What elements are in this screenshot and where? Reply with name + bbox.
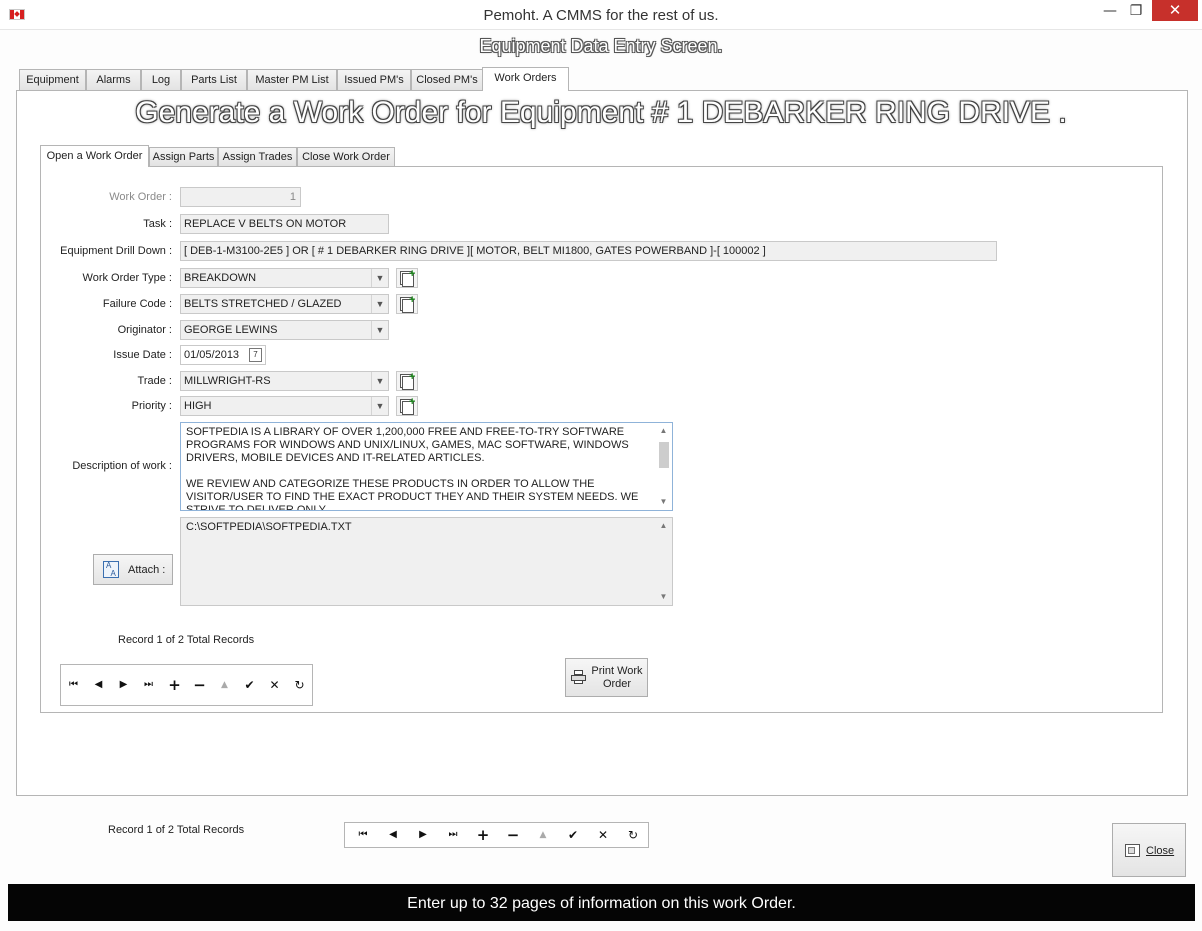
tab-assign-trades[interactable]: Assign Trades <box>218 147 297 166</box>
tab-close-work-order[interactable]: Close Work Order <box>297 147 395 166</box>
maximize-button[interactable]: ❐ <box>1123 0 1149 22</box>
edit-record-icon[interactable]: ▲ <box>528 823 558 847</box>
description-label: Description of work : <box>72 460 172 472</box>
work-order-type-label: Work Order Type : <box>82 272 172 284</box>
scroll-up-icon[interactable]: ▲ <box>656 424 671 438</box>
failure-code-label: Failure Code : <box>102 298 172 310</box>
add-trade-button[interactable]: + <box>396 371 418 391</box>
chevron-down-icon[interactable]: ▼ <box>371 372 388 390</box>
tab-master-pm-list[interactable]: Master PM List <box>247 69 337 90</box>
edit-record-icon[interactable]: ▲ <box>212 671 237 699</box>
attach-button-label: Attach : <box>128 564 166 576</box>
first-record-icon[interactable]: ⏮ <box>61 671 86 699</box>
trade-label: Trade : <box>137 375 172 387</box>
tab-issued-pms[interactable]: Issued PM's <box>337 69 411 90</box>
work-order-type-select[interactable]: BREAKDOWN ▼ <box>180 268 389 288</box>
tab-work-orders[interactable]: Work Orders <box>482 67 569 91</box>
chevron-down-icon[interactable]: ▼ <box>371 321 388 339</box>
last-record-icon[interactable]: ⏭ <box>438 823 468 847</box>
issue-date-field[interactable]: 01/05/2013 7 <box>180 345 266 365</box>
scroll-down-icon[interactable]: ▼ <box>656 590 671 604</box>
bottom-record-count-text: Record 1 of 2 Total Records <box>108 824 245 836</box>
refresh-record-icon[interactable]: ↻ <box>618 823 648 847</box>
task-field[interactable]: REPLACE V BELTS ON MOTOR <box>180 214 389 234</box>
close-button[interactable]: Close <box>1112 823 1186 877</box>
scroll-down-icon[interactable]: ▼ <box>656 495 671 509</box>
work-order-heading: Generate a Work Order for Equipment # 1 … <box>135 96 1067 129</box>
post-record-icon[interactable]: ✔ <box>237 671 262 699</box>
issue-date-value: 01/05/2013 <box>184 349 240 361</box>
originator-label: Originator : <box>117 324 172 336</box>
description-paragraph-2: WE REVIEW AND CATEGORIZE THESE PRODUCTS … <box>186 478 639 511</box>
priority-select[interactable]: HIGH ▼ <box>180 396 389 416</box>
printer-icon <box>571 670 586 684</box>
delete-record-icon[interactable]: − <box>498 823 528 847</box>
add-priority-button[interactable]: + <box>396 396 418 416</box>
originator-select[interactable]: GEORGE LEWINS ▼ <box>180 320 389 340</box>
failure-code-value: BELTS STRETCHED / GLAZED <box>184 298 342 310</box>
status-text: Enter up to 32 pages of information on t… <box>407 895 796 912</box>
failure-code-select[interactable]: BELTS STRETCHED / GLAZED ▼ <box>180 294 389 314</box>
attachment-scrollbar[interactable]: ▲ ▼ <box>656 519 671 604</box>
attach-file-icon: A A <box>103 561 119 578</box>
minimize-button[interactable]: — <box>1097 0 1123 22</box>
add-record-icon[interactable]: + <box>468 823 498 847</box>
next-record-icon[interactable]: ▶ <box>408 823 438 847</box>
add-work-order-type-button[interactable]: + <box>396 268 418 288</box>
chevron-down-icon[interactable]: ▼ <box>371 269 388 287</box>
attachment-path-value: C:\SOFTPEDIA\SOFTPEDIA.TXT <box>186 521 352 533</box>
scroll-thumb[interactable] <box>659 442 669 468</box>
inner-record-navigator: ⏮ ◀ ▶ ⏭ + − ▲ ✔ ✕ ↻ <box>60 664 313 706</box>
cancel-record-icon[interactable]: ✕ <box>588 823 618 847</box>
record-count-text: Record 1 of 2 Total Records <box>118 634 255 646</box>
tab-assign-parts[interactable]: Assign Parts <box>149 147 218 166</box>
drill-down-label: Equipment Drill Down : <box>60 245 172 257</box>
delete-record-icon[interactable]: − <box>187 671 212 699</box>
work-order-type-value: BREAKDOWN <box>184 272 257 284</box>
description-scrollbar[interactable]: ▲ ▼ <box>656 424 671 509</box>
window-title: Pemoht. A CMMS for the rest of us. <box>483 7 719 24</box>
chevron-down-icon[interactable]: ▼ <box>371 397 388 415</box>
task-label: Task : <box>143 218 172 230</box>
tab-open-work-order[interactable]: Open a Work Order <box>40 145 149 167</box>
drill-down-field: [ DEB-1-M3100-2E5 ] OR [ # 1 DEBARKER RI… <box>180 241 997 261</box>
tab-log[interactable]: Log <box>141 69 181 90</box>
last-record-icon[interactable]: ⏭ <box>136 671 161 699</box>
issue-date-label: Issue Date : <box>113 349 172 361</box>
refresh-record-icon[interactable]: ↻ <box>287 671 312 699</box>
window-close-button[interactable]: ✕ <box>1152 0 1198 21</box>
priority-label: Priority : <box>131 400 172 412</box>
tab-parts-list[interactable]: Parts List <box>181 69 247 90</box>
tab-alarms[interactable]: Alarms <box>86 69 141 90</box>
trade-select[interactable]: MILLWRIGHT-RS ▼ <box>180 371 389 391</box>
chevron-down-icon[interactable]: ▼ <box>371 295 388 313</box>
description-paragraph-1: SOFTPEDIA IS A LIBRARY OF OVER 1,200,000… <box>186 426 629 464</box>
screen-title: Equipment Data Entry Screen. <box>479 36 723 56</box>
attachment-path-field[interactable]: C:\SOFTPEDIA\SOFTPEDIA.TXT ▲ ▼ <box>180 517 673 606</box>
first-record-icon[interactable]: ⏮ <box>348 823 378 847</box>
exit-door-icon <box>1125 844 1140 857</box>
trade-value: MILLWRIGHT-RS <box>184 375 271 387</box>
calendar-icon[interactable]: 7 <box>249 348 262 362</box>
add-record-icon[interactable]: + <box>162 671 187 699</box>
print-button-label: Print Work Order <box>591 665 643 690</box>
print-work-order-button[interactable]: Print Work Order <box>565 658 648 697</box>
tab-equipment[interactable]: Equipment <box>19 69 86 90</box>
attach-button[interactable]: A A Attach : <box>93 554 173 585</box>
description-textarea[interactable]: SOFTPEDIA IS A LIBRARY OF OVER 1,200,000… <box>180 422 673 511</box>
tab-closed-pms[interactable]: Closed PM's <box>411 69 483 90</box>
work-order-label: Work Order : <box>109 191 172 203</box>
scroll-up-icon[interactable]: ▲ <box>656 519 671 533</box>
prev-record-icon[interactable]: ◀ <box>86 671 111 699</box>
next-record-icon[interactable]: ▶ <box>111 671 136 699</box>
cancel-record-icon[interactable]: ✕ <box>262 671 287 699</box>
originator-value: GEORGE LEWINS <box>184 324 278 336</box>
close-button-label: Close <box>1146 845 1175 857</box>
prev-record-icon[interactable]: ◀ <box>378 823 408 847</box>
add-failure-code-button[interactable]: + <box>396 294 418 314</box>
work-order-field: 1 <box>180 187 301 207</box>
equipment-record-navigator: ⏮ ◀ ▶ ⏭ + − ▲ ✔ ✕ ↻ <box>344 822 649 848</box>
priority-value: HIGH <box>184 400 212 412</box>
post-record-icon[interactable]: ✔ <box>558 823 588 847</box>
